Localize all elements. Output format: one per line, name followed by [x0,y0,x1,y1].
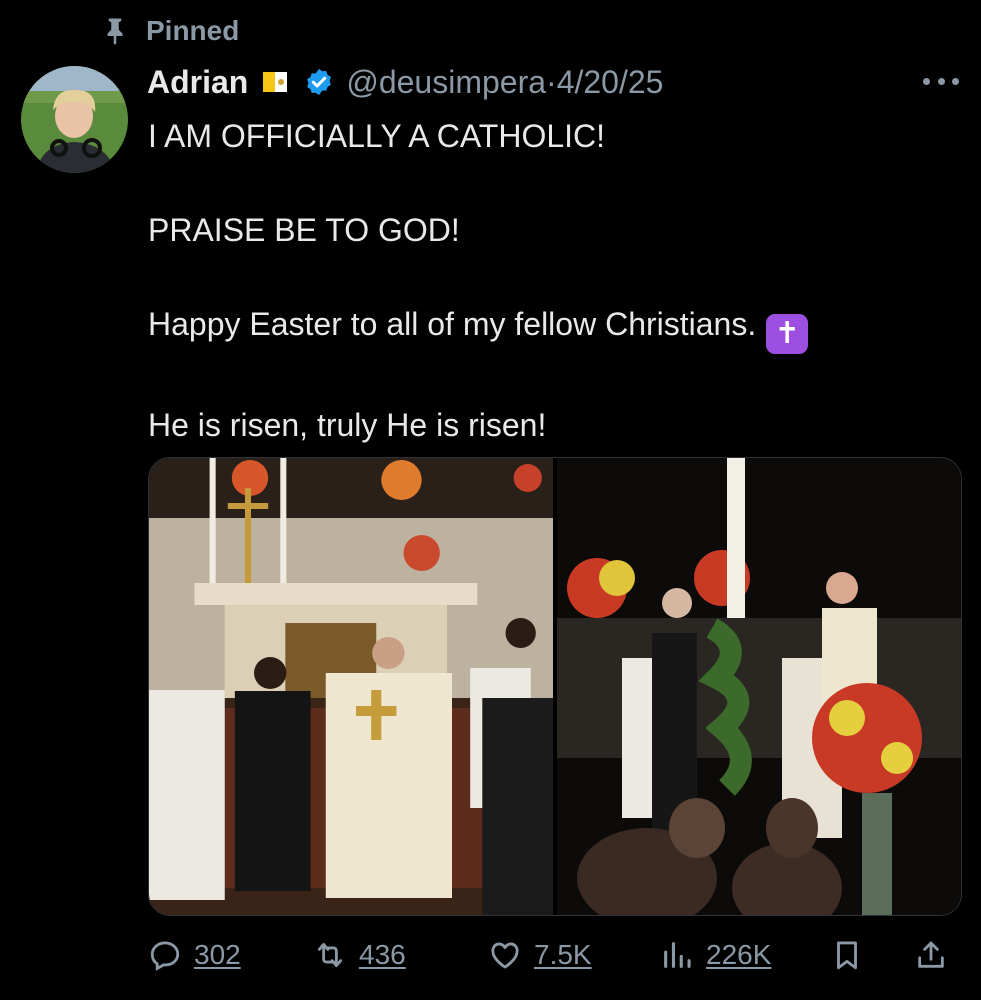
pinned-indicator: Pinned [100,12,239,50]
pinned-label: Pinned [146,15,240,46]
verified-badge-icon [307,68,332,96]
views-chart-icon [664,942,691,968]
post-date[interactable]: 4/20/25 [557,64,664,100]
avatar[interactable] [21,66,128,173]
action-bar: 302 436 7.5K 226K [148,930,958,980]
author-handle[interactable]: @deusimpera·4/20/25 [346,64,663,101]
views-count: 226K [706,939,772,970]
bookmark-icon [837,941,857,970]
reply-button[interactable]: 302 [148,930,241,980]
repost-count: 436 [359,939,406,970]
repost-button[interactable]: 436 [313,930,406,980]
photo-paschal-candle[interactable] [557,458,961,915]
like-button[interactable]: 7.5K [488,930,592,980]
reply-count: 302 [194,939,241,970]
author-name[interactable]: Adrian [147,64,248,101]
tweet-paragraph: PRAISE BE TO GOD! [148,212,460,248]
repost-icon [317,942,343,968]
pin-icon [107,18,123,45]
tweet-paragraph: I AM OFFICIALLY A CATHOLIC! [148,118,606,154]
tweet-text: I AM OFFICIALLY A CATHOLIC! PRAISE BE TO… [148,113,948,496]
heart-icon [491,942,519,969]
latin-cross-icon: ✝ [766,314,809,354]
media-grid [148,457,962,916]
like-count: 7.5K [534,939,592,970]
bookmark-button[interactable] [830,930,876,980]
tweet-header: Adrian @deusimpera·4/20/25 [147,60,663,104]
tweet-paragraph: He is risen, truly He is risen! [148,407,547,443]
tweet-paragraph: Happy Easter to all of my fellow Christi… [148,301,948,354]
more-options-icon[interactable] [923,66,959,96]
share-button[interactable] [914,930,960,980]
photo-altar-kneeling[interactable] [149,458,553,915]
reply-icon [150,941,180,971]
vatican-flag-icon [263,72,288,92]
views-button[interactable]: 226K [660,930,771,980]
share-icon [918,941,944,968]
